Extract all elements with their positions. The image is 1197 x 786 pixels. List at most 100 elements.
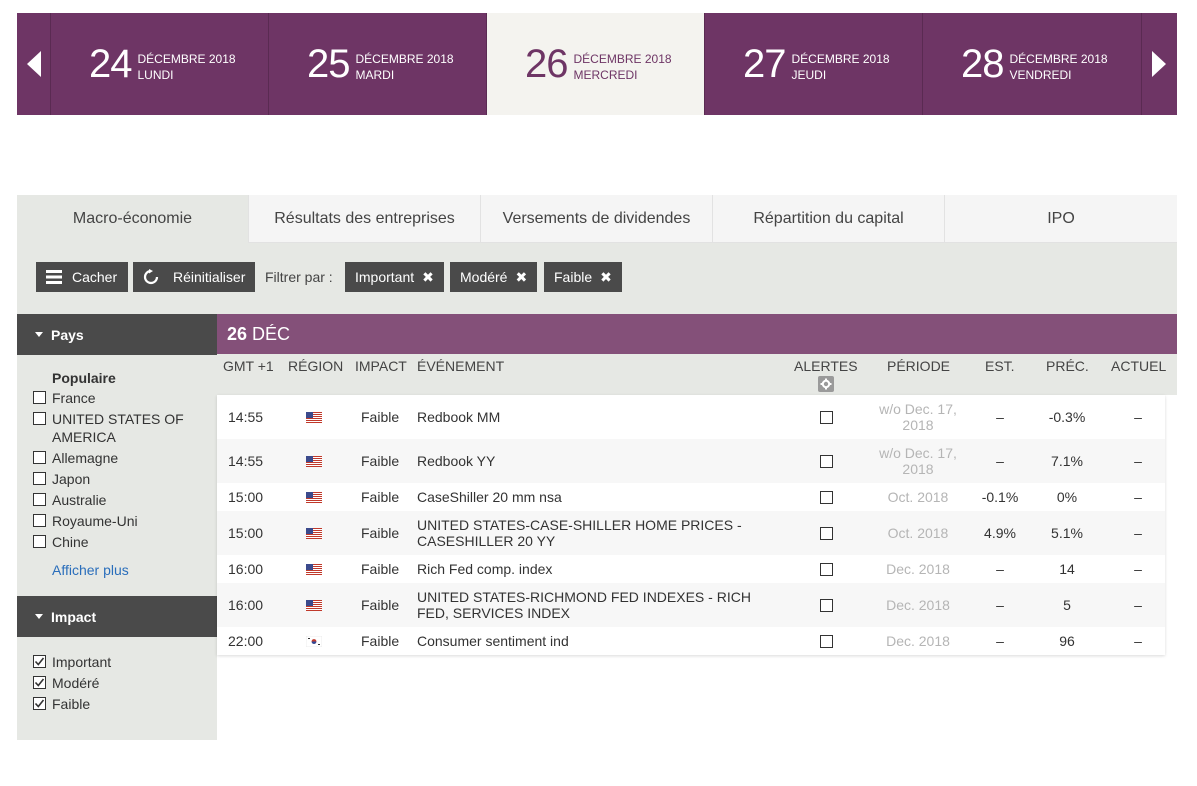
hide-button[interactable]: Cacher	[36, 262, 128, 292]
checkbox[interactable]	[33, 493, 46, 506]
alerts-settings-button[interactable]	[818, 376, 834, 395]
date-item[interactable]: 25 DÉCEMBRE 2018 MARDI	[269, 13, 487, 115]
col-header-time: GMT +1	[223, 358, 274, 374]
day-header: 26 DÉC	[217, 314, 1177, 354]
date-item[interactable]: 26 DÉCEMBRE 2018 MERCREDI	[487, 13, 705, 115]
alert-checkbox[interactable]	[820, 410, 833, 424]
date-item[interactable]: 27 DÉCEMBRE 2018 JEUDI	[705, 13, 923, 115]
date-day-number: 28	[961, 42, 1004, 86]
us-flag-icon	[306, 411, 322, 423]
impact-option-label: Important	[52, 654, 112, 670]
impact-section-title: Impact	[51, 608, 97, 625]
refresh-icon	[143, 269, 159, 285]
alert-checkbox[interactable]	[820, 562, 833, 576]
tab-item[interactable]: Répartition du capital	[713, 195, 945, 243]
country-option[interactable]: Chine	[33, 533, 217, 551]
date-item[interactable]: 28 DÉCEMBRE 2018 VENDREDI	[923, 13, 1141, 115]
checkbox[interactable]	[33, 451, 46, 464]
country-section-title: Pays	[51, 326, 84, 343]
next-dates-button[interactable]	[1141, 13, 1175, 115]
alert-checkbox[interactable]	[820, 454, 833, 468]
col-header-alerts: ALERTES	[794, 358, 858, 374]
checkbox[interactable]	[33, 472, 46, 485]
col-header-actual: ACTUEL	[1111, 358, 1167, 374]
col-header-event: ÉVÉNEMENT	[417, 358, 505, 374]
tab-item[interactable]: IPO	[945, 195, 1177, 243]
impact-option[interactable]: Modéré	[33, 674, 217, 692]
country-section-header[interactable]: Pays	[17, 314, 217, 355]
alert-checkbox[interactable]	[820, 634, 833, 648]
checkbox[interactable]	[33, 412, 46, 425]
tab-item[interactable]: Résultats des entreprises	[249, 195, 481, 243]
gear-icon	[818, 376, 834, 392]
event-actual: –	[1134, 409, 1142, 425]
event-period: Oct. 2018	[887, 489, 949, 505]
country-option[interactable]: Australie	[33, 491, 217, 509]
event-period: w/o Dec. 17, 2018	[879, 401, 957, 433]
arrow-right-icon	[1151, 51, 1166, 77]
alert-checkbox[interactable]	[820, 490, 833, 504]
filter-chip[interactable]: Faible ✖	[544, 262, 622, 292]
event-time: 16:00	[228, 561, 264, 577]
checkbox[interactable]	[33, 697, 46, 710]
menu-icon	[46, 270, 62, 284]
day-header-number: 26	[227, 323, 248, 344]
filter-chip[interactable]: Important ✖	[345, 262, 444, 292]
filter-by-label: Filtrer par :	[265, 269, 333, 285]
date-item[interactable]: 24 DÉCEMBRE 2018 LUNDI	[51, 13, 269, 115]
date-day-number: 26	[525, 42, 568, 86]
table-row: 15:00 Faible CaseShiller 20 mm nsa Oct. 201…	[217, 483, 1165, 511]
checkbox[interactable]	[33, 676, 46, 689]
previous-dates-button[interactable]	[17, 13, 51, 115]
close-icon[interactable]: ✖	[600, 269, 612, 286]
event-estimate: –	[996, 561, 1004, 577]
event-alert	[820, 583, 833, 627]
alert-checkbox[interactable]	[820, 526, 833, 540]
date-meta: DÉCEMBRE 2018 JEUDI	[792, 51, 890, 83]
event-time: 22:00	[228, 633, 264, 649]
impact-section-header[interactable]: Impact	[17, 596, 217, 637]
date-month: DÉCEMBRE 2018	[355, 52, 454, 66]
checkbox[interactable]	[33, 514, 46, 527]
date-weekday: VENDREDI	[1009, 68, 1072, 82]
event-impact: Faible	[361, 561, 400, 577]
tab-item[interactable]: Macro-économie	[17, 195, 249, 243]
event-alert	[820, 395, 833, 439]
country-option[interactable]: UNITED STATES OF AMERICA	[33, 410, 217, 446]
event-alert	[820, 511, 833, 555]
checkbox[interactable]	[33, 391, 46, 404]
event-time: 14:55	[228, 409, 264, 425]
event-region	[306, 583, 322, 627]
country-option[interactable]: Allemagne	[33, 449, 217, 467]
reset-button[interactable]: Réinitialiser	[133, 262, 255, 292]
alert-checkbox[interactable]	[820, 598, 833, 612]
filter-chip[interactable]: Modéré ✖	[450, 262, 538, 292]
us-flag-icon	[306, 491, 322, 503]
impact-option-label: Modéré	[52, 675, 100, 691]
event-estimate: –	[996, 597, 1004, 613]
show-more-link[interactable]: Afficher plus	[33, 562, 217, 578]
checkbox[interactable]	[33, 535, 46, 548]
us-flag-icon	[306, 599, 322, 611]
event-impact: Faible	[361, 597, 400, 613]
col-header-impact: IMPACT	[355, 358, 407, 374]
country-option[interactable]: Royaume-Uni	[33, 512, 217, 530]
us-flag-icon	[306, 527, 322, 539]
date-weekday: MARDI	[355, 68, 395, 82]
country-option[interactable]: France	[33, 389, 217, 407]
close-icon[interactable]: ✖	[422, 269, 434, 286]
event-actual: –	[1134, 561, 1142, 577]
event-estimate: –	[996, 409, 1004, 425]
country-option[interactable]: Japon	[33, 470, 217, 488]
checkbox[interactable]	[33, 655, 46, 668]
close-icon[interactable]: ✖	[515, 269, 527, 286]
date-month: DÉCEMBRE 2018	[573, 52, 672, 66]
tab-item[interactable]: Versements de dividendes	[481, 195, 713, 243]
impact-option[interactable]: Faible	[33, 695, 217, 713]
impact-list: Important Modéré Faible	[33, 653, 217, 713]
impact-option[interactable]: Important	[33, 653, 217, 671]
event-alert	[820, 439, 833, 483]
col-header-estimate: EST.	[985, 358, 1015, 374]
event-period: Oct. 2018	[887, 525, 949, 541]
table-row: 16:00 Faible Rich Fed comp. index Dec. 2018…	[217, 555, 1165, 583]
